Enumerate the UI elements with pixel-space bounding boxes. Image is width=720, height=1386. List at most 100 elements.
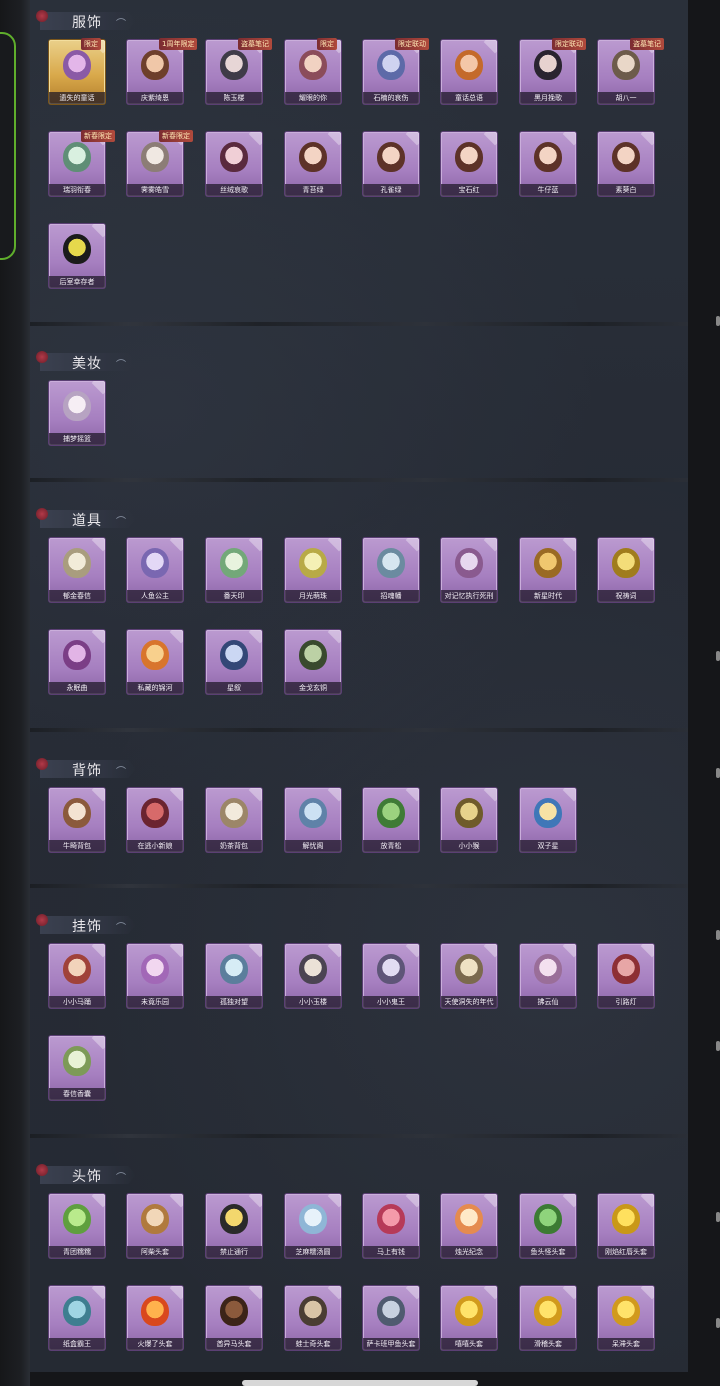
inventory-item[interactable]: 1周年限定 庆紫绮恩 [127, 38, 198, 104]
limited-badge: 新春限定 [81, 130, 115, 142]
inventory-item[interactable]: 后室幸存者 [49, 224, 105, 288]
inventory-item[interactable]: 未竟乐园 [127, 944, 183, 1008]
inventory-item[interactable]: 禁止通行 [206, 1194, 262, 1258]
inventory-item[interactable]: 素葵白 [598, 132, 654, 196]
item-name: 宝石红 [458, 186, 480, 194]
inventory-item[interactable]: 祝祷词 [598, 538, 654, 602]
inventory-item[interactable]: 天使洞失的年代 [441, 944, 497, 1008]
inventory-item[interactable]: 小小鬼王 [363, 944, 419, 1008]
inventory-item[interactable]: 郁金春信 [49, 538, 105, 602]
inventory-item[interactable]: 限定 耀眼的你 [285, 38, 341, 104]
inventory-item[interactable]: 在逃小新娘 [127, 788, 183, 852]
inventory-item[interactable]: 嘻嘻头套 [441, 1286, 497, 1350]
item-name: 新星时代 [534, 592, 562, 600]
inventory-item[interactable]: 小小玉楼 [285, 944, 341, 1008]
inventory-item[interactable]: 童话总语 [441, 40, 497, 104]
item-name: 阿柴头套 [141, 1248, 169, 1256]
item-name: 萨卡班甲鱼头套 [366, 1340, 416, 1348]
pendant-icon [530, 950, 566, 988]
inventory-item[interactable]: 阿柴头套 [127, 1194, 183, 1258]
inventory-item[interactable]: 月光萌珠 [285, 538, 341, 602]
inventory-item[interactable]: 放青松 [363, 788, 419, 852]
section-title: 美妆 ⌒ [36, 351, 136, 373]
item-name: 双子星 [537, 842, 559, 850]
inventory-item[interactable]: 春信香囊 [49, 1036, 105, 1100]
costume-icon [451, 46, 487, 84]
inventory-item[interactable]: 拂云仙 [520, 944, 576, 1008]
inventory-item[interactable]: 蛙士奇头套 [285, 1286, 341, 1350]
inventory-item[interactable]: 宝石红 [441, 132, 497, 196]
item-art [220, 640, 248, 670]
item-art [455, 1204, 483, 1234]
inventory-item[interactable]: 对记忆执行死刑 [441, 538, 497, 602]
item-name: 胡八一 [615, 94, 637, 102]
home-indicator[interactable] [242, 1380, 478, 1386]
inventory-item[interactable]: 星叙 [206, 630, 262, 694]
inventory-item[interactable]: 新春限定 霁雾皓雪 [127, 130, 193, 196]
edge-marker [716, 930, 720, 940]
inventory-item[interactable]: 牛仔蓝 [520, 132, 576, 196]
title-ornament-icon: ⌒ [116, 18, 126, 30]
item-art [612, 1204, 640, 1234]
inventory-item[interactable]: 小小猴 [441, 788, 497, 852]
inventory-item[interactable]: 永眠曲 [49, 630, 105, 694]
inventory-item[interactable]: 限定联动 黑月挽歌 [520, 38, 586, 104]
inventory-item[interactable]: 双子星 [520, 788, 576, 852]
inventory-item[interactable]: 青苔绿 [285, 132, 341, 196]
inventory-item[interactable]: 孤独对望 [206, 944, 262, 1008]
inventory-item[interactable]: 引路灯 [598, 944, 654, 1008]
item-name: 拂云仙 [537, 998, 559, 1006]
inventory-item[interactable]: 番天印 [206, 538, 262, 602]
inventory-item[interactable]: 盗墓笔记 胡八一 [598, 38, 664, 104]
inventory-item[interactable]: 小小马踊 [49, 944, 105, 1008]
inventory-item[interactable]: 盗墓笔记 陈玉楼 [206, 38, 272, 104]
item-art [63, 1204, 91, 1234]
section-divider [30, 728, 688, 732]
inventory-item[interactable]: 限定 遗失的童话 [49, 38, 105, 104]
inventory-item[interactable]: 牛畸背包 [49, 788, 105, 852]
item-name: 未竟乐园 [141, 998, 169, 1006]
item-art [63, 640, 91, 670]
side-tab[interactable] [0, 32, 16, 260]
inventory-item[interactable]: 限定联动 石楠的哀伤 [363, 38, 429, 104]
inventory-item[interactable]: 纸盒霸王 [49, 1286, 105, 1350]
item-art [534, 50, 562, 80]
inventory-item[interactable]: 奶茶背包 [206, 788, 262, 852]
inventory-item[interactable]: 金戈玄铜 [285, 630, 341, 694]
item-name: 庆紫绮恩 [141, 94, 169, 102]
item-name: 私藏的锦河 [137, 684, 173, 692]
inventory-item[interactable]: 捕梦摇篮 [49, 381, 105, 445]
inventory-item[interactable]: 孔雀绿 [363, 132, 419, 196]
pendant-icon [59, 1042, 95, 1080]
inventory-item[interactable]: 青团糯糯 [49, 1194, 105, 1258]
limited-badge: 新春限定 [159, 130, 193, 142]
inventory-item[interactable]: 马上有钱 [363, 1194, 419, 1258]
item-art [299, 1204, 327, 1234]
inventory-item[interactable]: 新星时代 [520, 538, 576, 602]
inventory-item[interactable]: 萨卡班甲鱼头套 [363, 1286, 419, 1350]
rose-icon [36, 10, 48, 22]
inventory-item[interactable]: 滑稽头套 [520, 1286, 576, 1350]
item-art [141, 142, 169, 172]
item-art [63, 142, 91, 172]
inventory-item[interactable]: 刚焰红唇头套 [598, 1194, 654, 1258]
limited-badge: 限定联动 [552, 38, 586, 50]
inventory-item[interactable]: 私藏的锦河 [127, 630, 183, 694]
inventory-item[interactable]: 丝绒哀歌 [206, 132, 262, 196]
item-art [455, 1296, 483, 1326]
inventory-item[interactable]: 招魂幡 [363, 538, 419, 602]
inventory-item[interactable]: 解忧阁 [285, 788, 341, 852]
inventory-item[interactable]: 人鱼公主 [127, 538, 183, 602]
inventory-item[interactable]: 芝麻糯汤圆 [285, 1194, 341, 1258]
title-ornament-icon: ⌒ [116, 516, 126, 528]
inventory-item[interactable]: 酋异马头套 [206, 1286, 262, 1350]
inventory-item[interactable]: 烛光纪念 [441, 1194, 497, 1258]
inventory-item[interactable]: 呆滞头套 [598, 1286, 654, 1350]
item-art [612, 50, 640, 80]
item-name: 招魂幡 [380, 592, 402, 600]
section-title: 服饰 ⌒ [36, 10, 136, 32]
inventory-item[interactable]: 火爆了头套 [127, 1286, 183, 1350]
inventory-item[interactable]: 新春限定 瑞羽衔春 [49, 130, 115, 196]
inventory-item[interactable]: 鱼头怪头套 [520, 1194, 576, 1258]
headwear-icon [608, 1200, 644, 1238]
